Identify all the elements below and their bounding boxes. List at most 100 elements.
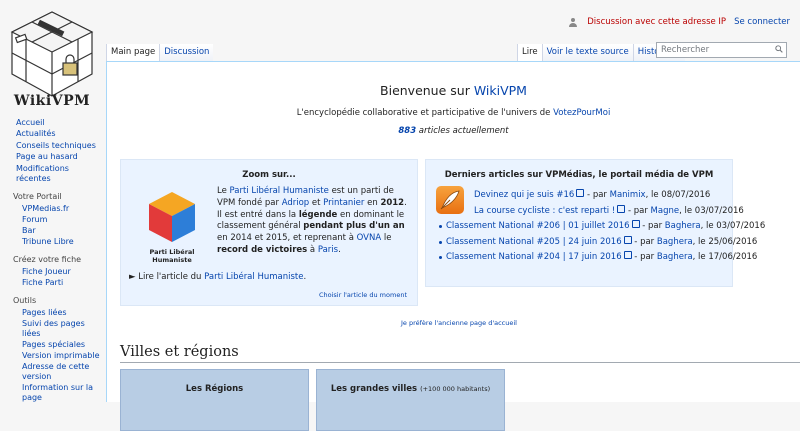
zoom-text-1: Le bbox=[217, 186, 230, 196]
news-item-author[interactable]: Baghera bbox=[665, 221, 701, 231]
ovna-link[interactable]: OVNA bbox=[357, 233, 382, 243]
tab-main-page[interactable]: Main page bbox=[106, 44, 160, 62]
external-link-icon bbox=[631, 220, 640, 228]
news-item-date: , le 03/07/2016 bbox=[700, 221, 766, 231]
old-homepage-link[interactable]: Je préfère l'ancienne page d'accueil bbox=[401, 319, 517, 327]
founder-adriop-link[interactable]: Adriop bbox=[282, 198, 310, 208]
zoom-text: Le Parti Libéral Humaniste est un parti … bbox=[217, 186, 409, 257]
sidebar-item-recent-changes[interactable]: Modifications récentes bbox=[16, 164, 69, 183]
sidebar-item-actualites[interactable]: Actualités bbox=[16, 129, 56, 138]
party-logo[interactable]: Parti Libéral Humaniste bbox=[129, 188, 215, 264]
zoom-more-link[interactable]: Parti Libéral Humaniste bbox=[204, 272, 303, 282]
sidebar-item-pages-liees[interactable]: Pages liées bbox=[22, 308, 67, 317]
news-item: Classement National #204 | 17 juin 2016 … bbox=[436, 250, 757, 266]
regions-box[interactable]: Les Régions bbox=[120, 369, 309, 431]
news-item-author[interactable]: Manimix bbox=[610, 190, 646, 200]
news-item-by: - par bbox=[631, 252, 657, 262]
party-link[interactable]: Parti Libéral Humaniste bbox=[230, 186, 329, 196]
welcome-prefix: Bienvenue sur bbox=[380, 83, 474, 98]
sidebar-item-tribune[interactable]: Tribune Libre bbox=[22, 237, 74, 246]
votezpourmoi-link[interactable]: VotezPourMoi bbox=[553, 108, 610, 118]
news-list: Devinez qui je suis #16 - par Manimix, l… bbox=[436, 188, 765, 266]
news-item-by: - par bbox=[625, 205, 651, 216]
news-item-by: - par bbox=[631, 236, 657, 247]
grandes-villes-label-wrap: Les grandes villes (+100 000 habitants) bbox=[317, 384, 504, 394]
grandes-villes-note: (+100 000 habitants) bbox=[420, 385, 491, 393]
external-link-icon bbox=[623, 235, 632, 244]
news-item-link[interactable]: Classement National #206 | 01 juillet 20… bbox=[446, 221, 630, 231]
article-count: 883 articles actuellement bbox=[107, 126, 800, 136]
zoom-box: Zoom sur... Parti Libéral Humaniste Le P… bbox=[120, 159, 418, 306]
zoom-text-8: le bbox=[381, 233, 392, 244]
sidebar-item-forum[interactable]: Forum bbox=[22, 215, 47, 224]
news-item-link[interactable]: Classement National #204 | 17 juin 2016 bbox=[446, 252, 622, 262]
sidebar: Accueil Actualités Conseils techniques P… bbox=[0, 118, 104, 411]
sidebar-item-printable[interactable]: Version imprimable bbox=[22, 351, 99, 360]
tab-discussion[interactable]: Discussion bbox=[159, 44, 214, 62]
external-link-icon bbox=[617, 204, 626, 213]
news-item-date: , le 08/07/2016 bbox=[645, 190, 711, 200]
regions-label: Les Régions bbox=[185, 384, 244, 394]
login-link[interactable]: Se connecter bbox=[734, 17, 790, 27]
news-item-date: , le 03/07/2016 bbox=[679, 205, 744, 216]
news-item-author[interactable]: Baghera bbox=[657, 237, 693, 247]
sidebar-item-conseils[interactable]: Conseils techniques bbox=[16, 141, 96, 150]
sidebar-item-vpmedias[interactable]: VPMedias.fr bbox=[22, 204, 69, 213]
welcome-heading: Bienvenue sur WikiVPM bbox=[107, 83, 800, 98]
sidebar-item-fiche-parti[interactable]: Fiche Parti bbox=[22, 278, 63, 287]
ip-talk-link[interactable]: Discussion avec cette adresse IP bbox=[587, 17, 726, 27]
news-item-author[interactable]: Baghera bbox=[657, 252, 693, 262]
party-logo-caption: Parti Libéral Humaniste bbox=[149, 248, 195, 264]
grandes-villes-label: Les grandes villes bbox=[330, 384, 418, 394]
news-item-link[interactable]: La course cycliste : c'est reparti ! bbox=[474, 206, 615, 216]
search-input[interactable]: Rechercher bbox=[656, 42, 787, 58]
sidebar-item-permalink[interactable]: Adresse de cette version bbox=[22, 362, 89, 381]
sidebar-heading-fiche: Créez votre fiche bbox=[13, 255, 82, 265]
news-item: La course cycliste : c'est reparti ! - p… bbox=[436, 204, 744, 220]
sidebar-navigation: Accueil Actualités Conseils techniques P… bbox=[0, 118, 104, 184]
sidebar-item-bar[interactable]: Bar bbox=[22, 226, 36, 235]
namespace-tabs: Main page Discussion bbox=[106, 44, 214, 62]
zoom-title: Zoom sur... bbox=[242, 170, 296, 180]
search-icon[interactable] bbox=[775, 45, 783, 53]
tagline: L'encyclopédie collaborative et particip… bbox=[107, 108, 800, 118]
sidebar-item-accueil[interactable]: Accueil bbox=[16, 118, 45, 127]
tab-read[interactable]: Lire bbox=[517, 44, 542, 62]
article-count-number[interactable]: 883 bbox=[398, 126, 416, 136]
tab-view-source[interactable]: Voir le texte source bbox=[541, 44, 633, 62]
choose-article-link[interactable]: Choisir l'article du moment bbox=[319, 291, 407, 299]
news-item: Devinez qui je suis #16 - par Manimix, l… bbox=[436, 188, 726, 204]
sidebar-item-random[interactable]: Page au hasard bbox=[16, 152, 78, 161]
sidebar-item-page-info[interactable]: Information sur la page bbox=[22, 383, 93, 402]
sidebar-item-suivi[interactable]: Suivi des pages liées bbox=[22, 319, 85, 338]
welcome-link[interactable]: WikiVPM bbox=[474, 83, 527, 98]
sidebar-item-pages-speciales[interactable]: Pages spéciales bbox=[22, 340, 85, 349]
tagline-prefix: L'encyclopédie collaborative et particip… bbox=[296, 108, 554, 118]
zoom-legende: légende bbox=[298, 209, 338, 220]
news-item-link[interactable]: Classement National #205 | 24 juin 2016 bbox=[446, 237, 622, 247]
news-item-date: , le 25/06/2016 bbox=[692, 236, 758, 247]
sidebar-item-fiche-joueur[interactable]: Fiche Joueur bbox=[22, 267, 71, 276]
news-item-by: - par bbox=[639, 221, 665, 231]
zoom-text-4: en bbox=[364, 197, 381, 208]
zoom-text-10: . bbox=[338, 244, 341, 255]
external-link-icon bbox=[576, 189, 585, 197]
founder-printanier-link[interactable]: Printanier bbox=[323, 198, 364, 208]
external-link-icon bbox=[623, 251, 632, 259]
wiki-wordmark: WikiVPM bbox=[13, 93, 91, 109]
news-item-link[interactable]: Devinez qui je suis #16 bbox=[474, 190, 574, 200]
grandes-villes-box[interactable]: Les grandes villes (+100 000 habitants) bbox=[316, 369, 505, 431]
news-item: Classement National #205 | 24 juin 2016 … bbox=[436, 235, 757, 251]
sidebar-outils: Outils Pages liées Suivi des pages liées… bbox=[0, 296, 104, 403]
article-count-suffix: articles actuellement bbox=[416, 126, 509, 136]
news-item: Classement National #206 | 01 juillet 20… bbox=[436, 219, 765, 235]
sidebar-fiche: Créez votre fiche Fiche Joueur Fiche Par… bbox=[0, 255, 104, 288]
puzzle-ballot-box-icon bbox=[10, 11, 94, 97]
zoom-year: 2012 bbox=[380, 197, 405, 208]
news-box: Derniers articles sur VPMédias, le porta… bbox=[425, 159, 765, 287]
zoom-text-7: en 2014 et 2015, et reprenant à bbox=[217, 233, 357, 244]
news-item-author[interactable]: Magne bbox=[651, 206, 680, 216]
paris-link[interactable]: Paris bbox=[318, 245, 338, 255]
search-placeholder: Rechercher bbox=[661, 45, 710, 55]
zoom-text-3: et bbox=[309, 197, 324, 208]
